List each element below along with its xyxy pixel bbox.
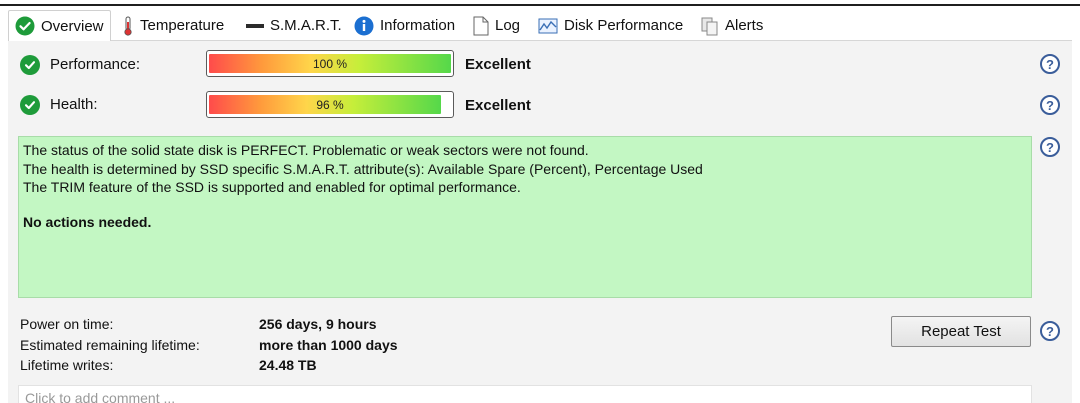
tab-temperature-label: Temperature	[140, 17, 225, 34]
tab-bar: Overview Temperature S.M.A.R.T. Informat…	[8, 10, 1072, 42]
health-bar: 96 %	[206, 91, 454, 118]
tab-disk-performance[interactable]: Disk Performance	[532, 10, 689, 41]
tab-information[interactable]: Information	[348, 10, 461, 41]
status-line: The status of the solid state disk is PE…	[23, 142, 589, 158]
health-percent: 96 %	[316, 97, 344, 112]
health-row	[20, 93, 40, 117]
check-circle-icon	[20, 55, 40, 75]
tab-disk-performance-label: Disk Performance	[564, 17, 684, 34]
tab-information-label: Information	[380, 17, 456, 34]
repeat-test-button[interactable]: Repeat Test	[891, 316, 1031, 347]
alerts-icon	[701, 16, 719, 36]
performance-label: Performance:	[50, 56, 141, 73]
lifetime-writes-label: Lifetime writes:	[20, 357, 114, 373]
performance-bar: 100 %	[206, 50, 454, 77]
tab-alerts-label: Alerts	[725, 17, 764, 34]
check-circle-icon	[15, 16, 35, 36]
info-icon	[354, 16, 374, 36]
status-message-box: The status of the solid state disk is PE…	[18, 136, 1032, 298]
dash-icon	[246, 16, 264, 36]
status-line: The TRIM feature of the SSD is supported…	[23, 179, 521, 195]
power-on-value: 256 days, 9 hours	[259, 316, 377, 332]
power-on-label: Power on time:	[20, 316, 114, 332]
overview-panel: Performance: 100 % Excellent ? Health: 9…	[8, 41, 1072, 403]
health-help-icon[interactable]: ?	[1040, 95, 1060, 115]
top-divider	[0, 4, 1080, 6]
repeat-test-help-icon[interactable]: ?	[1040, 321, 1060, 341]
tab-overview[interactable]: Overview	[8, 10, 111, 42]
performance-rating: Excellent	[465, 56, 531, 73]
chart-icon	[538, 16, 558, 36]
status-action: No actions needed.	[23, 213, 152, 230]
tab-log-label: Log	[495, 17, 521, 34]
comment-input[interactable]: Click to add comment ...	[18, 385, 1032, 403]
thermometer-icon	[122, 16, 134, 36]
tab-temperature[interactable]: Temperature	[116, 10, 230, 41]
health-label: Health:	[50, 96, 98, 113]
check-circle-icon	[20, 95, 40, 115]
health-rating: Excellent	[465, 97, 531, 114]
tab-smart-label: S.M.A.R.T.	[270, 17, 342, 34]
document-icon	[473, 16, 489, 36]
tab-alerts[interactable]: Alerts	[695, 10, 769, 41]
status-help-icon[interactable]: ?	[1040, 137, 1060, 157]
performance-percent: 100 %	[312, 56, 348, 71]
remaining-lifetime-label: Estimated remaining lifetime:	[20, 337, 200, 353]
tab-overview-label: Overview	[41, 17, 104, 35]
tab-smart[interactable]: S.M.A.R.T.	[240, 10, 348, 41]
lifetime-writes-value: 24.48 TB	[259, 357, 317, 373]
remaining-lifetime-value: more than 1000 days	[259, 337, 398, 353]
performance-help-icon[interactable]: ?	[1040, 54, 1060, 74]
tab-log[interactable]: Log	[467, 10, 526, 41]
status-line: The health is determined by SSD specific…	[23, 160, 703, 177]
performance-row	[20, 53, 40, 77]
